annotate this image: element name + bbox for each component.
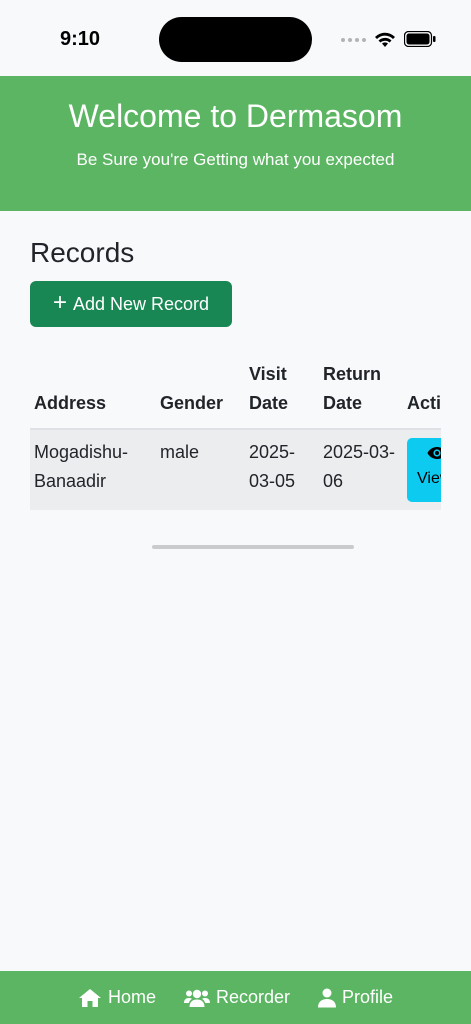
nav-item-home[interactable]: Home [78,987,156,1008]
users-icon [183,989,210,1007]
cell-visit-date: 2025-03-05 [245,429,319,510]
dynamic-island [159,17,312,62]
table-header-row: Address Gender Visit Date Return Date Ac… [30,352,441,430]
status-bar: 9:10 [0,0,471,76]
nav-recorder-label: Recorder [215,987,290,1007]
battery-icon [404,31,436,47]
welcome-header: Welcome to Dermasom Be Sure you're Getti… [0,76,471,211]
status-time: 9:10 [60,28,101,50]
view-record-button[interactable]: View [407,438,441,502]
wifi-icon [375,32,395,47]
page-subtitle: Be Sure you're Getting what you expected [76,150,395,169]
column-header-return-date: Return Date [319,352,403,430]
plus-icon: + [52,288,67,316]
nav-profile-label: Profile [342,987,394,1007]
page-title: Welcome to Dermasom [68,98,403,134]
table-row: Mogadishu-Banaadir male 2025-03-05 2025-… [30,429,441,510]
cell-return-date: 2025-03-06 [319,429,403,510]
column-header-gender: Gender [156,352,245,430]
horizontal-scrollbar[interactable] [152,545,354,549]
nav-item-profile[interactable]: Profile [318,987,393,1008]
view-record-label: View [417,470,441,487]
records-table: Address Gender Visit Date Return Date Ac… [30,352,441,510]
column-header-actions: Actions [403,352,441,430]
eye-icon [427,447,441,459]
nav-item-recorder[interactable]: Recorder [183,987,290,1008]
cell-actions: View [403,429,441,510]
add-new-record-button[interactable]: + Add New Record [30,281,232,327]
records-table-container[interactable]: Address Gender Visit Date Return Date Ac… [30,352,441,534]
records-heading: Records [30,237,135,268]
cell-address: Mogadishu-Banaadir [30,429,156,510]
add-new-record-label: Add New Record [72,293,210,314]
bottom-navigation: Home Recorder Profile [0,971,471,1024]
column-header-address: Address [30,352,156,430]
nav-home-label: Home [107,987,156,1007]
cell-gender: male [156,429,245,510]
user-icon [318,988,336,1007]
signal-icon [341,38,366,42]
column-header-visit-date: Visit Date [245,352,319,430]
home-icon [78,988,101,1007]
